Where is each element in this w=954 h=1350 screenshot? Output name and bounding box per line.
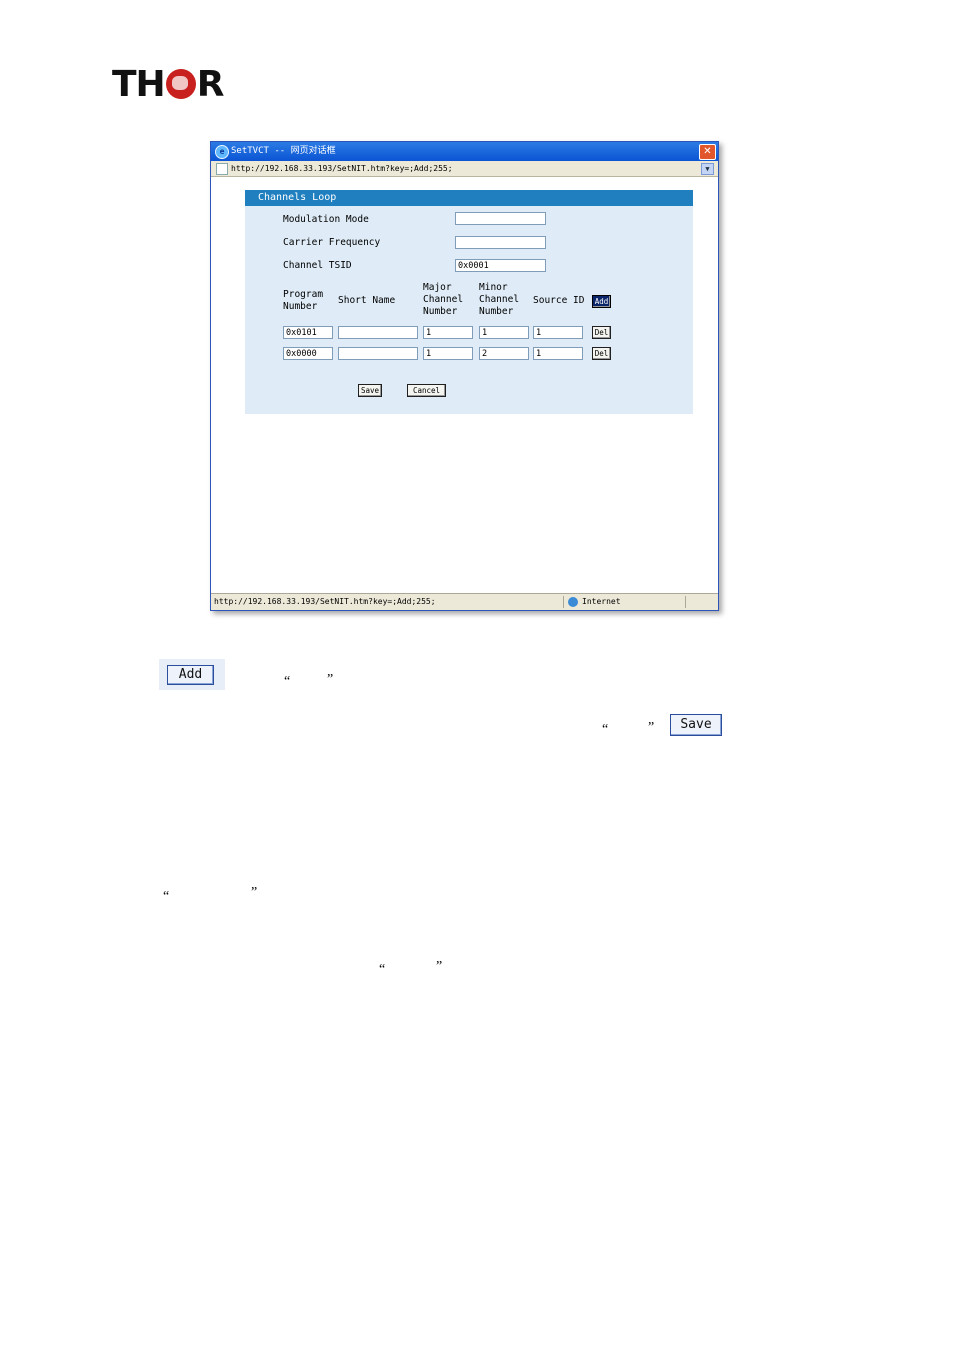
panel-title: Channels Loop	[245, 190, 693, 206]
status-divider-2	[685, 596, 686, 608]
row1-del-button[interactable]: Del	[592, 326, 611, 339]
row2-short-name[interactable]	[338, 347, 418, 360]
logo-text-left: TH	[112, 64, 166, 105]
row2-major-channel[interactable]: 1	[423, 347, 473, 360]
address-bar[interactable]: http://192.168.33.193/SetNIT.htm?key=;Ad…	[211, 161, 718, 177]
channel-tsid-label: Channel TSID	[283, 260, 352, 271]
address-url[interactable]: http://192.168.33.193/SetNIT.htm?key=;Ad…	[231, 161, 453, 176]
close-quote: ”	[327, 672, 334, 687]
close-quote: ”	[648, 720, 655, 735]
header-source-id: Source ID	[533, 295, 585, 306]
row2-source-id[interactable]: 1	[533, 347, 583, 360]
close-quote: ”	[251, 885, 258, 900]
row2-del-button[interactable]: Del	[592, 347, 611, 360]
channel-tsid-input[interactable]: 0x0001	[455, 259, 546, 272]
logo-text-right: R	[196, 64, 225, 105]
thor-logo: TH R	[112, 66, 228, 104]
globe-icon	[165, 69, 196, 99]
add-button-figure: Add	[167, 665, 214, 685]
dialog-title: SetTVCT -- 网页对话框	[231, 146, 336, 156]
header-program-number: Program Number	[283, 289, 324, 312]
dialog-window: e SetTVCT -- 网页对话框 ✕ http://192.168.33.1…	[210, 141, 719, 611]
cancel-button[interactable]: Cancel	[407, 384, 446, 397]
header-short-name: Short Name	[338, 295, 396, 306]
modulation-mode-input[interactable]	[455, 212, 546, 225]
row1-short-name[interactable]	[338, 326, 418, 339]
save-button-figure: Save	[670, 714, 722, 736]
open-quote: “	[163, 889, 170, 904]
carrier-frequency-input[interactable]	[455, 236, 546, 249]
header-minor-channel: Minor Channel Number	[479, 282, 520, 317]
channels-loop-panel: Channels Loop Modulation Mode Carrier Fr…	[245, 190, 693, 414]
row1-major-channel[interactable]: 1	[423, 326, 473, 339]
chevron-down-icon[interactable]: ▼	[701, 163, 714, 175]
row1-program-number[interactable]: 0x0101	[283, 326, 333, 339]
status-url: http://192.168.33.193/SetNIT.htm?key=;Ad…	[214, 597, 436, 606]
row1-minor-channel[interactable]: 1	[479, 326, 529, 339]
status-divider	[563, 596, 564, 608]
ie-icon: e	[215, 145, 229, 159]
add-row-button[interactable]: Add	[592, 295, 611, 308]
close-quote: ”	[436, 959, 443, 974]
close-button[interactable]: ✕	[699, 144, 716, 160]
page-icon	[216, 163, 228, 175]
dialog-titlebar: e SetTVCT -- 网页对话框 ✕	[211, 142, 718, 161]
header-major-channel: Major Channel Number	[423, 282, 464, 317]
row2-minor-channel[interactable]: 2	[479, 347, 529, 360]
internet-zone-icon	[568, 597, 578, 607]
open-quote: “	[284, 674, 291, 689]
row1-source-id[interactable]: 1	[533, 326, 583, 339]
save-button[interactable]: Save	[358, 384, 382, 397]
open-quote: “	[602, 722, 609, 737]
row2-program-number[interactable]: 0x0000	[283, 347, 333, 360]
carrier-frequency-label: Carrier Frequency	[283, 237, 381, 248]
status-bar: http://192.168.33.193/SetNIT.htm?key=;Ad…	[211, 593, 718, 610]
status-zone: Internet	[582, 597, 621, 606]
open-quote: “	[379, 962, 386, 977]
modulation-mode-label: Modulation Mode	[283, 214, 369, 225]
